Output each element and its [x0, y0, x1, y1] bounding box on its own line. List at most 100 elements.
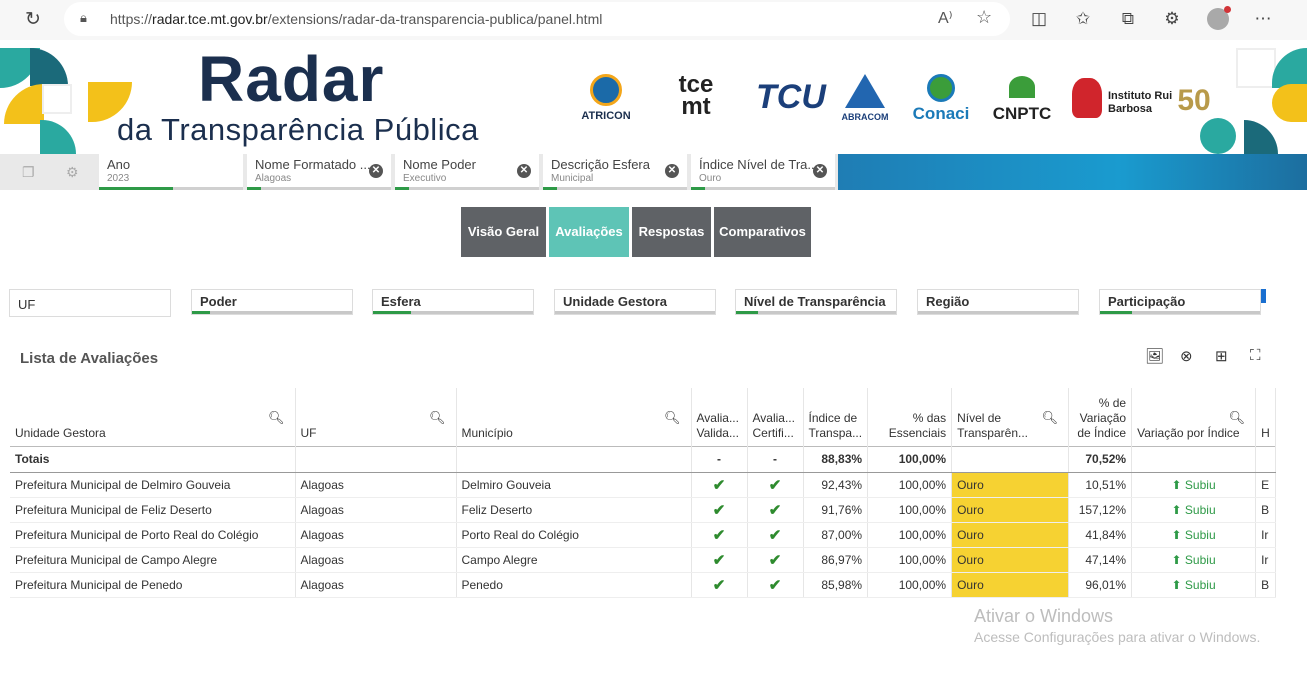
- conaci-logo: Conaci: [910, 74, 972, 124]
- selection-chip-esfera[interactable]: Descrição Esfera Municipal ✕: [543, 154, 689, 190]
- check-icon: ✔: [768, 576, 782, 594]
- col-avaliacao-certificada[interactable]: Avalia... Certifi...: [747, 388, 804, 446]
- tab-avaliacoes[interactable]: Avaliações: [549, 207, 629, 257]
- search-icon[interactable]: 🔍︎: [1229, 410, 1246, 425]
- banner-decoration: [30, 48, 68, 86]
- panel-title: Lista de Avaliações: [20, 350, 159, 367]
- totals-row: Totais - - 88,83% 100,00% 70,52%: [10, 445, 1276, 473]
- banner-decoration: [4, 84, 44, 124]
- current-selections-bar: ❐ ⚙ Ano 2023 Nome Formatado ... Alagoas …: [0, 154, 1307, 190]
- arrow-up-icon: ⬆: [1171, 477, 1182, 492]
- clear-selection-icon[interactable]: ✕: [369, 164, 383, 178]
- selections-tool-icon[interactable]: ⚙: [66, 164, 79, 181]
- app-banner: Radar da Transparência Pública ATRICON t…: [0, 40, 1307, 154]
- check-icon: ✔: [712, 476, 726, 494]
- collections-icon[interactable]: ⧉: [1117, 8, 1139, 30]
- clear-selection-icon[interactable]: ✕: [665, 164, 679, 178]
- arrow-up-icon: ⬆: [1171, 527, 1182, 542]
- tab-visao-geral[interactable]: Visão Geral: [461, 207, 546, 257]
- banner-decoration: [1272, 48, 1307, 88]
- col-essenciais[interactable]: % das Essenciais: [867, 388, 953, 446]
- banner-decoration: [1236, 48, 1276, 88]
- arrow-up-icon: ⬆: [1171, 577, 1182, 592]
- filter-esfera[interactable]: Esfera: [372, 289, 534, 315]
- filter-unidade-gestora[interactable]: Unidade Gestora: [554, 289, 716, 315]
- smart-search-icon[interactable]: ❐: [22, 164, 35, 181]
- profile-avatar[interactable]: [1207, 6, 1231, 30]
- clear-selection-icon[interactable]: ✕: [813, 164, 827, 178]
- check-icon: ✔: [712, 551, 726, 569]
- col-unidade-gestora[interactable]: Unidade Gestora 🔍︎: [10, 388, 296, 446]
- activation-watermark-title: Ativar o Windows: [974, 606, 1114, 626]
- selection-chip-ano[interactable]: Ano 2023: [99, 154, 245, 190]
- banner-decoration: [1244, 120, 1278, 154]
- 50-years-logo: 50: [1177, 84, 1211, 117]
- filter-uf[interactable]: UF: [9, 289, 171, 317]
- check-icon: ✔: [712, 576, 726, 594]
- check-icon: ✔: [768, 526, 782, 544]
- tce-mt-logo: tce mt: [678, 71, 714, 120]
- search-icon[interactable]: 🔍︎: [664, 410, 681, 425]
- check-icon: ✔: [712, 526, 726, 544]
- search-icon[interactable]: 🔍︎: [1042, 410, 1059, 425]
- col-variacao-por-indice[interactable]: Variação por Índice 🔍︎: [1131, 388, 1257, 446]
- tcu-logo: TCU: [756, 78, 826, 116]
- read-aloud-icon[interactable]: A⁾: [938, 8, 953, 28]
- selection-bar-background: [838, 154, 1307, 190]
- filter-regiao[interactable]: Região: [917, 289, 1079, 315]
- extensions-icon[interactable]: ⚙: [1161, 8, 1183, 30]
- favorite-star-icon[interactable]: ☆: [976, 7, 992, 28]
- url-text[interactable]: https://radar.tce.mt.gov.br/extensions/r…: [110, 11, 602, 27]
- fullscreen-icon[interactable]: ⛶: [1250, 347, 1261, 364]
- search-icon[interactable]: 🔍︎: [268, 410, 285, 425]
- search-icon[interactable]: 🔍︎: [429, 410, 446, 425]
- more-menu-icon[interactable]: ⋯: [1252, 8, 1274, 30]
- table-view-icon[interactable]: ⊞: [1215, 347, 1228, 365]
- selection-chip-nome-poder[interactable]: Nome Poder Executivo ✕: [395, 154, 541, 190]
- col-municipio[interactable]: Município 🔍︎: [456, 388, 692, 446]
- atricon-logo: ATRICON: [576, 74, 636, 122]
- check-icon: ✔: [768, 501, 782, 519]
- activation-watermark-text: Acesse Configurações para ativar o Windo…: [974, 629, 1261, 645]
- banner-decoration: [1200, 118, 1236, 154]
- address-bar[interactable]: 🔒︎ https://radar.tce.mt.gov.br/extension…: [64, 2, 1010, 36]
- check-icon: ✔: [712, 501, 726, 519]
- table-row[interactable]: Prefeitura Municipal de Penedo Alagoas P…: [10, 572, 1276, 598]
- app-title: Radar: [198, 43, 385, 115]
- col-h[interactable]: H: [1255, 388, 1276, 446]
- col-indice-transparencia[interactable]: Índice de Transpa...: [803, 388, 869, 446]
- selection-chip-nome-formatado[interactable]: Nome Formatado ... Alagoas ✕: [247, 154, 393, 190]
- tab-respostas[interactable]: Respostas: [632, 207, 711, 257]
- lock-icon[interactable]: 🔒︎: [80, 10, 87, 26]
- banner-decoration: [42, 84, 72, 114]
- check-icon: ✔: [768, 476, 782, 494]
- col-nivel-transparencia[interactable]: Nível de Transparên... 🔍︎: [951, 388, 1070, 446]
- browser-toolbar: ↻ 🔒︎ https://radar.tce.mt.gov.br/extensi…: [0, 0, 1307, 40]
- reload-icon[interactable]: ↻: [22, 9, 44, 31]
- table-row[interactable]: Prefeitura Municipal de Campo Alegre Ala…: [10, 547, 1276, 573]
- scrollbar[interactable]: [1261, 289, 1266, 303]
- close-circle-icon[interactable]: ⊗: [1180, 347, 1193, 365]
- banner-decoration: [1272, 84, 1307, 122]
- clear-selection-icon[interactable]: ✕: [517, 164, 531, 178]
- col-avaliacao-validada[interactable]: Avalia... Valida...: [691, 388, 748, 446]
- banner-decoration: [40, 120, 76, 154]
- table-row[interactable]: Prefeitura Municipal de Delmiro Gouveia …: [10, 472, 1276, 498]
- table-row[interactable]: Prefeitura Municipal de Porto Real do Co…: [10, 522, 1276, 548]
- check-icon: ✔: [768, 551, 782, 569]
- avaliacoes-table: Unidade Gestora 🔍︎ UF 🔍︎ Município 🔍︎ Avali…: [10, 388, 1276, 598]
- image-export-icon[interactable]: 🖼︎: [1145, 347, 1164, 365]
- arrow-up-icon: ⬆: [1171, 502, 1182, 517]
- selection-chip-indice-nivel[interactable]: Índice Nível de Tra... Ouro ✕: [691, 154, 837, 190]
- col-variacao-indice[interactable]: % de Variação de Índice: [1068, 388, 1133, 446]
- filter-nivel-transparencia[interactable]: Nível de Transparência: [735, 289, 897, 315]
- abracom-logo: ABRACOM: [840, 74, 890, 122]
- favorites-icon[interactable]: ✩: [1072, 8, 1094, 30]
- tab-comparativos[interactable]: Comparativos: [714, 207, 811, 257]
- table-row[interactable]: Prefeitura Municipal de Feliz Deserto Al…: [10, 497, 1276, 523]
- split-screen-icon[interactable]: ◫: [1028, 8, 1050, 30]
- col-uf[interactable]: UF 🔍︎: [295, 388, 457, 446]
- filter-poder[interactable]: Poder: [191, 289, 353, 315]
- filter-participacao[interactable]: Participação: [1099, 289, 1261, 315]
- cnptc-logo: CNPTC: [990, 76, 1054, 124]
